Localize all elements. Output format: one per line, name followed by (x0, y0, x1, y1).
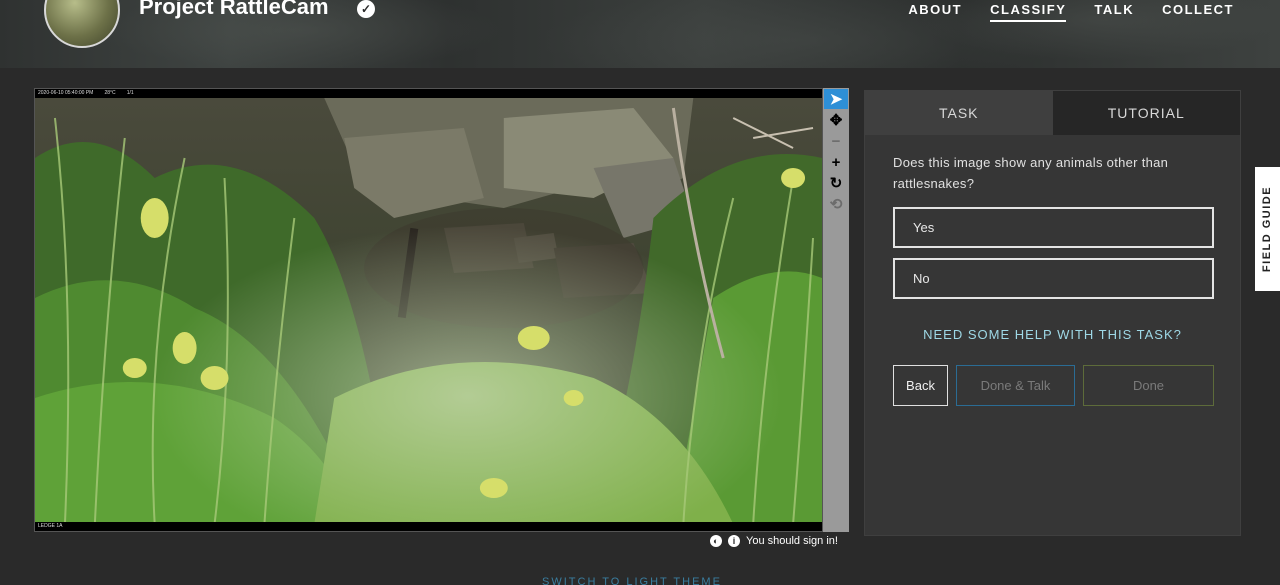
camera-counter: 1/1 (126, 90, 134, 96)
field-guide-label: FIELD GUIDE (1261, 185, 1274, 273)
field-guide-tab[interactable]: FIELD GUIDE (1255, 167, 1280, 291)
zoom-in-icon[interactable]: + (824, 152, 848, 172)
back-button[interactable]: Back (893, 365, 948, 406)
pointer-tool-icon[interactable]: ➤ (824, 89, 848, 109)
nav-talk[interactable]: TALK (1094, 2, 1134, 22)
image-toolbar: ➤ ✥ − + ↻ ⟲ (823, 88, 849, 532)
viewer-meta: ◐ i You should sign in! (710, 535, 838, 547)
done-and-talk-button[interactable]: Done & Talk (956, 365, 1075, 406)
tab-task[interactable]: TASK (865, 91, 1053, 135)
verified-check-icon: ✓ (357, 0, 375, 18)
reset-icon[interactable]: ⟲ (824, 194, 848, 214)
switch-theme-link[interactable]: SWITCH TO LIGHT THEME (542, 576, 722, 585)
project-nav: ABOUT CLASSIFY TALK COLLECT (908, 2, 1234, 22)
camera-location-label: LEDGE 1A (35, 522, 822, 531)
project-title[interactable]: Project RattleCam (139, 0, 329, 20)
zoom-out-icon[interactable]: − (824, 131, 848, 151)
task-tabs: TASK TUTORIAL (865, 91, 1240, 135)
nav-collect[interactable]: COLLECT (1162, 2, 1234, 22)
camera-timestamp: 2020-06-10 05:40:00 PM (38, 90, 94, 96)
project-avatar[interactable] (44, 0, 120, 48)
rotate-icon[interactable]: ↻ (824, 173, 848, 193)
task-help-link[interactable]: NEED SOME HELP WITH THIS TASK? (865, 327, 1240, 342)
info-icon[interactable]: i (728, 535, 740, 547)
done-button[interactable]: Done (1083, 365, 1214, 406)
move-tool-icon[interactable]: ✥ (824, 110, 848, 130)
invert-icon[interactable]: ◐ (710, 535, 722, 547)
tab-tutorial[interactable]: TUTORIAL (1052, 91, 1240, 135)
project-header: Project RattleCam ✓ ABOUT CLASSIFY TALK … (0, 0, 1280, 68)
task-question: Does this image show any animals other t… (893, 155, 1169, 191)
task-panel: TASK TUTORIAL Does this image show any a… (864, 90, 1241, 536)
camera-temperature: 28°C (104, 90, 116, 96)
subject-image[interactable]: 2020-06-10 05:40:00 PM 28°C 1/1 LEDGE 1A (34, 88, 823, 532)
answer-yes[interactable]: Yes (893, 207, 1214, 248)
sign-in-notice[interactable]: You should sign in! (746, 535, 838, 547)
answer-no[interactable]: No (893, 258, 1214, 299)
nav-classify[interactable]: CLASSIFY (990, 2, 1067, 22)
camera-trap-photo (35, 98, 822, 524)
nav-about[interactable]: ABOUT (908, 2, 962, 22)
camera-info-bar: 2020-06-10 05:40:00 PM 28°C 1/1 (35, 89, 822, 98)
